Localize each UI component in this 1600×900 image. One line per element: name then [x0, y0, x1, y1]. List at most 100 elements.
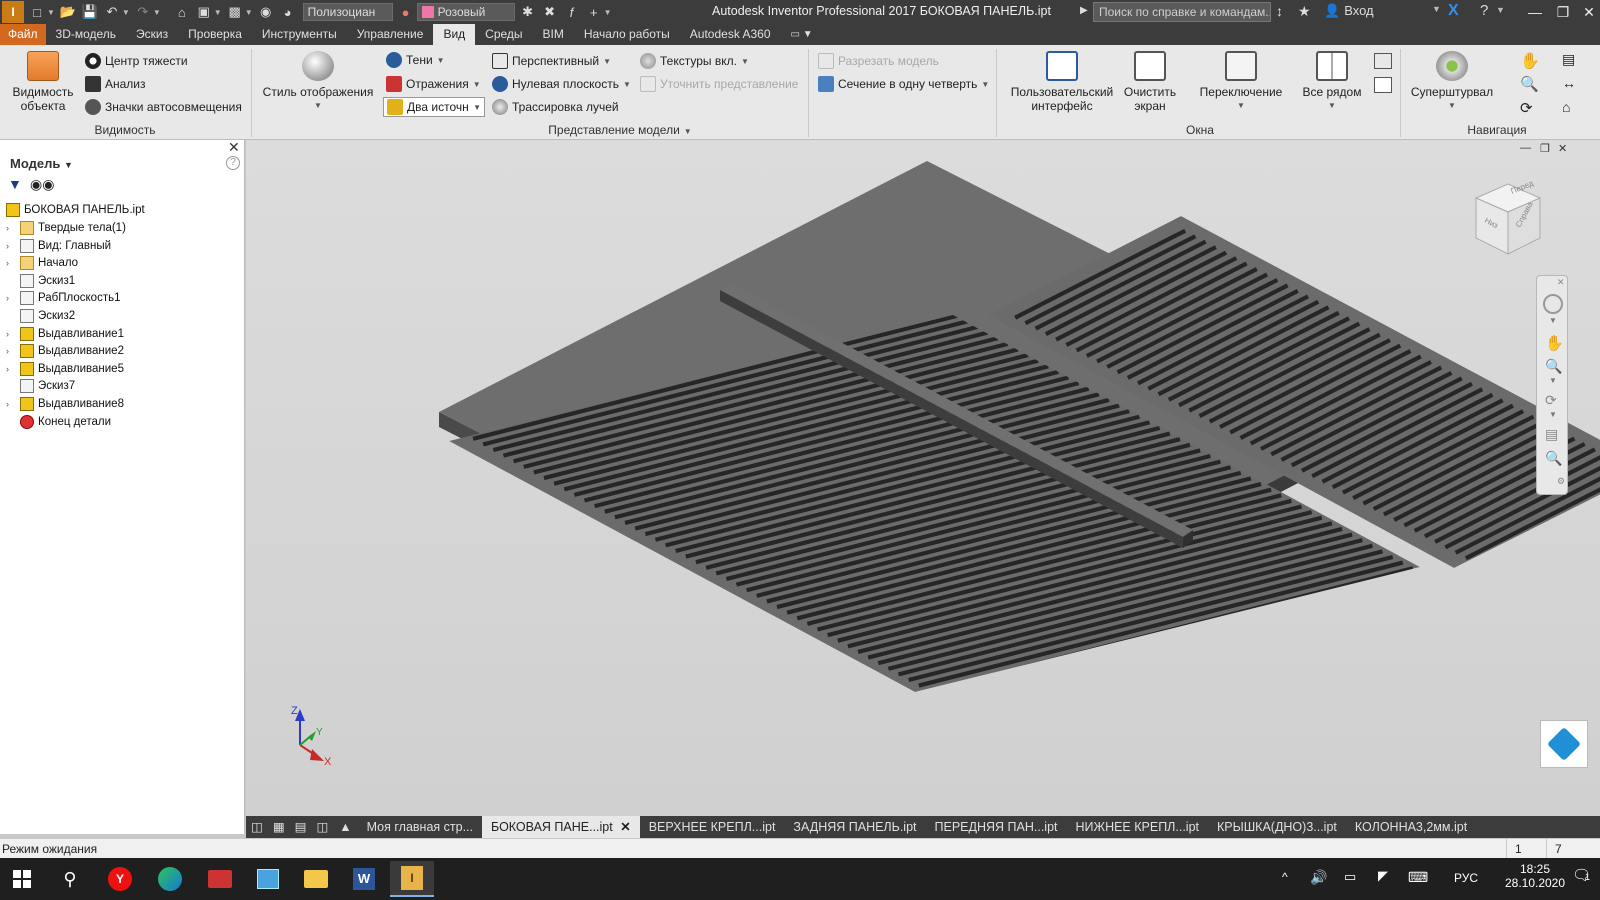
shadows-button[interactable]: Тени ▼: [386, 52, 445, 68]
open-folder-icon[interactable]: 📂: [59, 3, 77, 21]
tree-item[interactable]: › Выдавливание1: [6, 325, 124, 343]
tab-tools[interactable]: Инструменты: [252, 24, 347, 45]
ray-tracing-button[interactable]: Трассировка лучей: [492, 99, 619, 115]
analysis-button[interactable]: Анализ: [85, 76, 146, 92]
viewport-restore-icon[interactable]: ❐: [1540, 142, 1550, 155]
chevron-down-icon[interactable]: ▼: [1549, 410, 1557, 419]
user-interface-button[interactable]: Пользовательский интерфейс: [1003, 51, 1121, 113]
chevron-down-icon[interactable]: ▼: [1549, 316, 1557, 325]
sign-in-button[interactable]: 👤 Вход: [1324, 3, 1374, 19]
exchange-x-icon[interactable]: X: [1448, 2, 1459, 20]
tree-item[interactable]: › Выдавливание5: [6, 360, 124, 378]
doc-tab-active[interactable]: БОКОВАЯ ПАНЕ...ipt ✕: [482, 816, 640, 838]
tree-item[interactable]: Эскиз1: [6, 272, 75, 290]
zoom-window-icon[interactable]: 🔍: [1545, 450, 1562, 467]
half-section-button[interactable]: Разрезать модель: [818, 53, 939, 69]
language-indicator[interactable]: РУС: [1454, 871, 1478, 885]
orbit-icon[interactable]: ⟳: [1520, 99, 1533, 117]
adjust-appearance-icon[interactable]: ✖: [541, 3, 559, 21]
expand-chevron-icon[interactable]: ›: [6, 364, 16, 374]
expand-chevron-icon[interactable]: ›: [6, 346, 16, 356]
center-of-gravity-button[interactable]: Центр тяжести: [85, 53, 188, 69]
viewport-close-icon[interactable]: ✕: [1558, 142, 1567, 155]
find-binoculars-icon[interactable]: ◉◉: [30, 176, 54, 193]
expand-chevron-icon[interactable]: ›: [6, 293, 16, 303]
tab-3d-model[interactable]: 3D-модель: [46, 24, 127, 45]
zoom-icon[interactable]: 🔍: [1545, 358, 1562, 375]
tree-item[interactable]: › Выдавливание2: [6, 342, 124, 360]
doc-tab[interactable]: ВЕРХНЕЕ КРЕПЛ...ipt: [640, 816, 785, 838]
projects-icon[interactable]: ▣: [195, 3, 213, 21]
close-tab-icon[interactable]: ✕: [620, 820, 630, 834]
full-navigation-wheel-icon[interactable]: [1543, 294, 1563, 314]
orbit-icon[interactable]: ⟳: [1545, 392, 1557, 409]
battery-icon[interactable]: ▭: [1344, 869, 1356, 885]
wifi-icon[interactable]: ◤: [1378, 868, 1388, 884]
volume-icon[interactable]: 🔊: [1310, 869, 1327, 886]
tab-bim[interactable]: BIM: [533, 24, 574, 45]
chevron-down-icon[interactable]: ▼: [47, 8, 55, 17]
parameters-icon[interactable]: f: [563, 3, 581, 21]
visual-style-button[interactable]: Стиль отображения ▼: [260, 51, 376, 113]
tree-item[interactable]: › РабПлоскость1: [6, 289, 120, 307]
appearance-icon[interactable]: ●: [397, 3, 415, 21]
tree-item[interactable]: › Выдавливание8: [6, 395, 124, 413]
show-hidden-icons-icon[interactable]: ^: [1282, 870, 1288, 884]
tab-get-started[interactable]: Начало работы: [574, 24, 680, 45]
doc-tab[interactable]: КРЫШКА(ДНО)3...ipt: [1208, 816, 1346, 838]
expand-chevron-icon[interactable]: ›: [6, 223, 16, 233]
material-icon[interactable]: ◕: [279, 3, 297, 21]
tile-columns-icon[interactable]: ◫: [311, 816, 333, 838]
viewport-minimize-icon[interactable]: —: [1520, 142, 1531, 154]
close-browser-icon[interactable]: ✕: [228, 139, 240, 156]
save-icon[interactable]: 💾: [81, 3, 99, 21]
undo-icon[interactable]: ↶: [103, 3, 121, 21]
new-file-icon[interactable]: □: [28, 3, 46, 21]
switch-window-button[interactable]: Переключение ▼: [1192, 51, 1290, 113]
tile-horizontal-icon[interactable]: ▤: [290, 816, 312, 838]
chevron-down-icon[interactable]: ▼: [214, 8, 222, 17]
tab-sketch[interactable]: Эскиз: [126, 24, 178, 45]
help-chevron-icon[interactable]: ▼: [1496, 5, 1505, 15]
sign-in-chevron-icon[interactable]: ▼: [1432, 4, 1441, 14]
tile-windows-button[interactable]: Все рядом ▼: [1296, 51, 1368, 113]
ground-plane-button[interactable]: Нулевая плоскость ▼: [492, 76, 631, 92]
customize-chevron-icon[interactable]: ▼: [604, 8, 612, 17]
look-at-icon[interactable]: ▤: [1545, 426, 1558, 443]
home-view-icon[interactable]: ⌂: [1562, 99, 1570, 115]
inventor-logo-icon[interactable]: I: [2, 1, 24, 23]
tab-view[interactable]: Вид: [433, 24, 476, 45]
expand-tabs-icon[interactable]: ▲: [333, 816, 357, 838]
tab-home[interactable]: Моя главная стр...: [358, 816, 482, 838]
add-icon[interactable]: +: [585, 3, 603, 21]
perspective-button[interactable]: Перспективный ▼: [492, 53, 611, 69]
autodesk-assistant-button[interactable]: [1540, 720, 1588, 768]
help-icon[interactable]: ?: [1480, 2, 1488, 19]
start-windows-icon[interactable]: [0, 861, 44, 897]
pan-hand-icon[interactable]: ✋: [1520, 51, 1540, 71]
notifications-icon[interactable]: 🗨1: [1572, 866, 1591, 884]
autodrop-glyphs-button[interactable]: Значки автосовмещения: [85, 99, 242, 115]
doc-tab[interactable]: ПЕРЕДНЯЯ ПАН...ipt: [926, 816, 1067, 838]
tree-item[interactable]: Эскиз2: [6, 307, 75, 325]
help-icon[interactable]: ?: [226, 156, 240, 170]
tree-item[interactable]: Конец детали: [6, 413, 111, 431]
tab-inspect[interactable]: Проверка: [178, 24, 252, 45]
doc-tab[interactable]: НИЖНЕЕ КРЕПЛ...ipt: [1067, 816, 1209, 838]
zoom-all-icon[interactable]: ↔: [1562, 75, 1576, 91]
appearance-combo[interactable]: Розовый: [416, 3, 515, 21]
favorites-star-icon[interactable]: ★: [1298, 3, 1311, 20]
tab-file[interactable]: Файл: [0, 24, 46, 45]
viewcube[interactable]: Перед Справа Низ: [1472, 180, 1544, 260]
clear-appearance-icon[interactable]: ✱: [519, 3, 537, 21]
expand-chevron-icon[interactable]: ›: [6, 329, 16, 339]
expand-chevron-icon[interactable]: ›: [6, 241, 16, 251]
expand-chevron-icon[interactable]: ›: [6, 258, 16, 268]
graphics-window[interactable]: — ❐ ✕ Перед Справа Низ ✕ ▼ ✋ 🔍 ▼ ⟳ ▼ ▤ 🔍…: [246, 140, 1600, 816]
lighting-style-combo[interactable]: Два источн ▼: [383, 97, 485, 117]
textures-button[interactable]: Текстуры вкл. ▼: [640, 53, 749, 69]
chevron-down-icon[interactable]: ▼: [122, 8, 130, 17]
filter-icon[interactable]: ▼: [8, 176, 22, 192]
tree-root[interactable]: БОКОВАЯ ПАНЕЛЬ.ipt: [6, 201, 145, 219]
zoom-icon[interactable]: 🔍: [1520, 75, 1539, 93]
